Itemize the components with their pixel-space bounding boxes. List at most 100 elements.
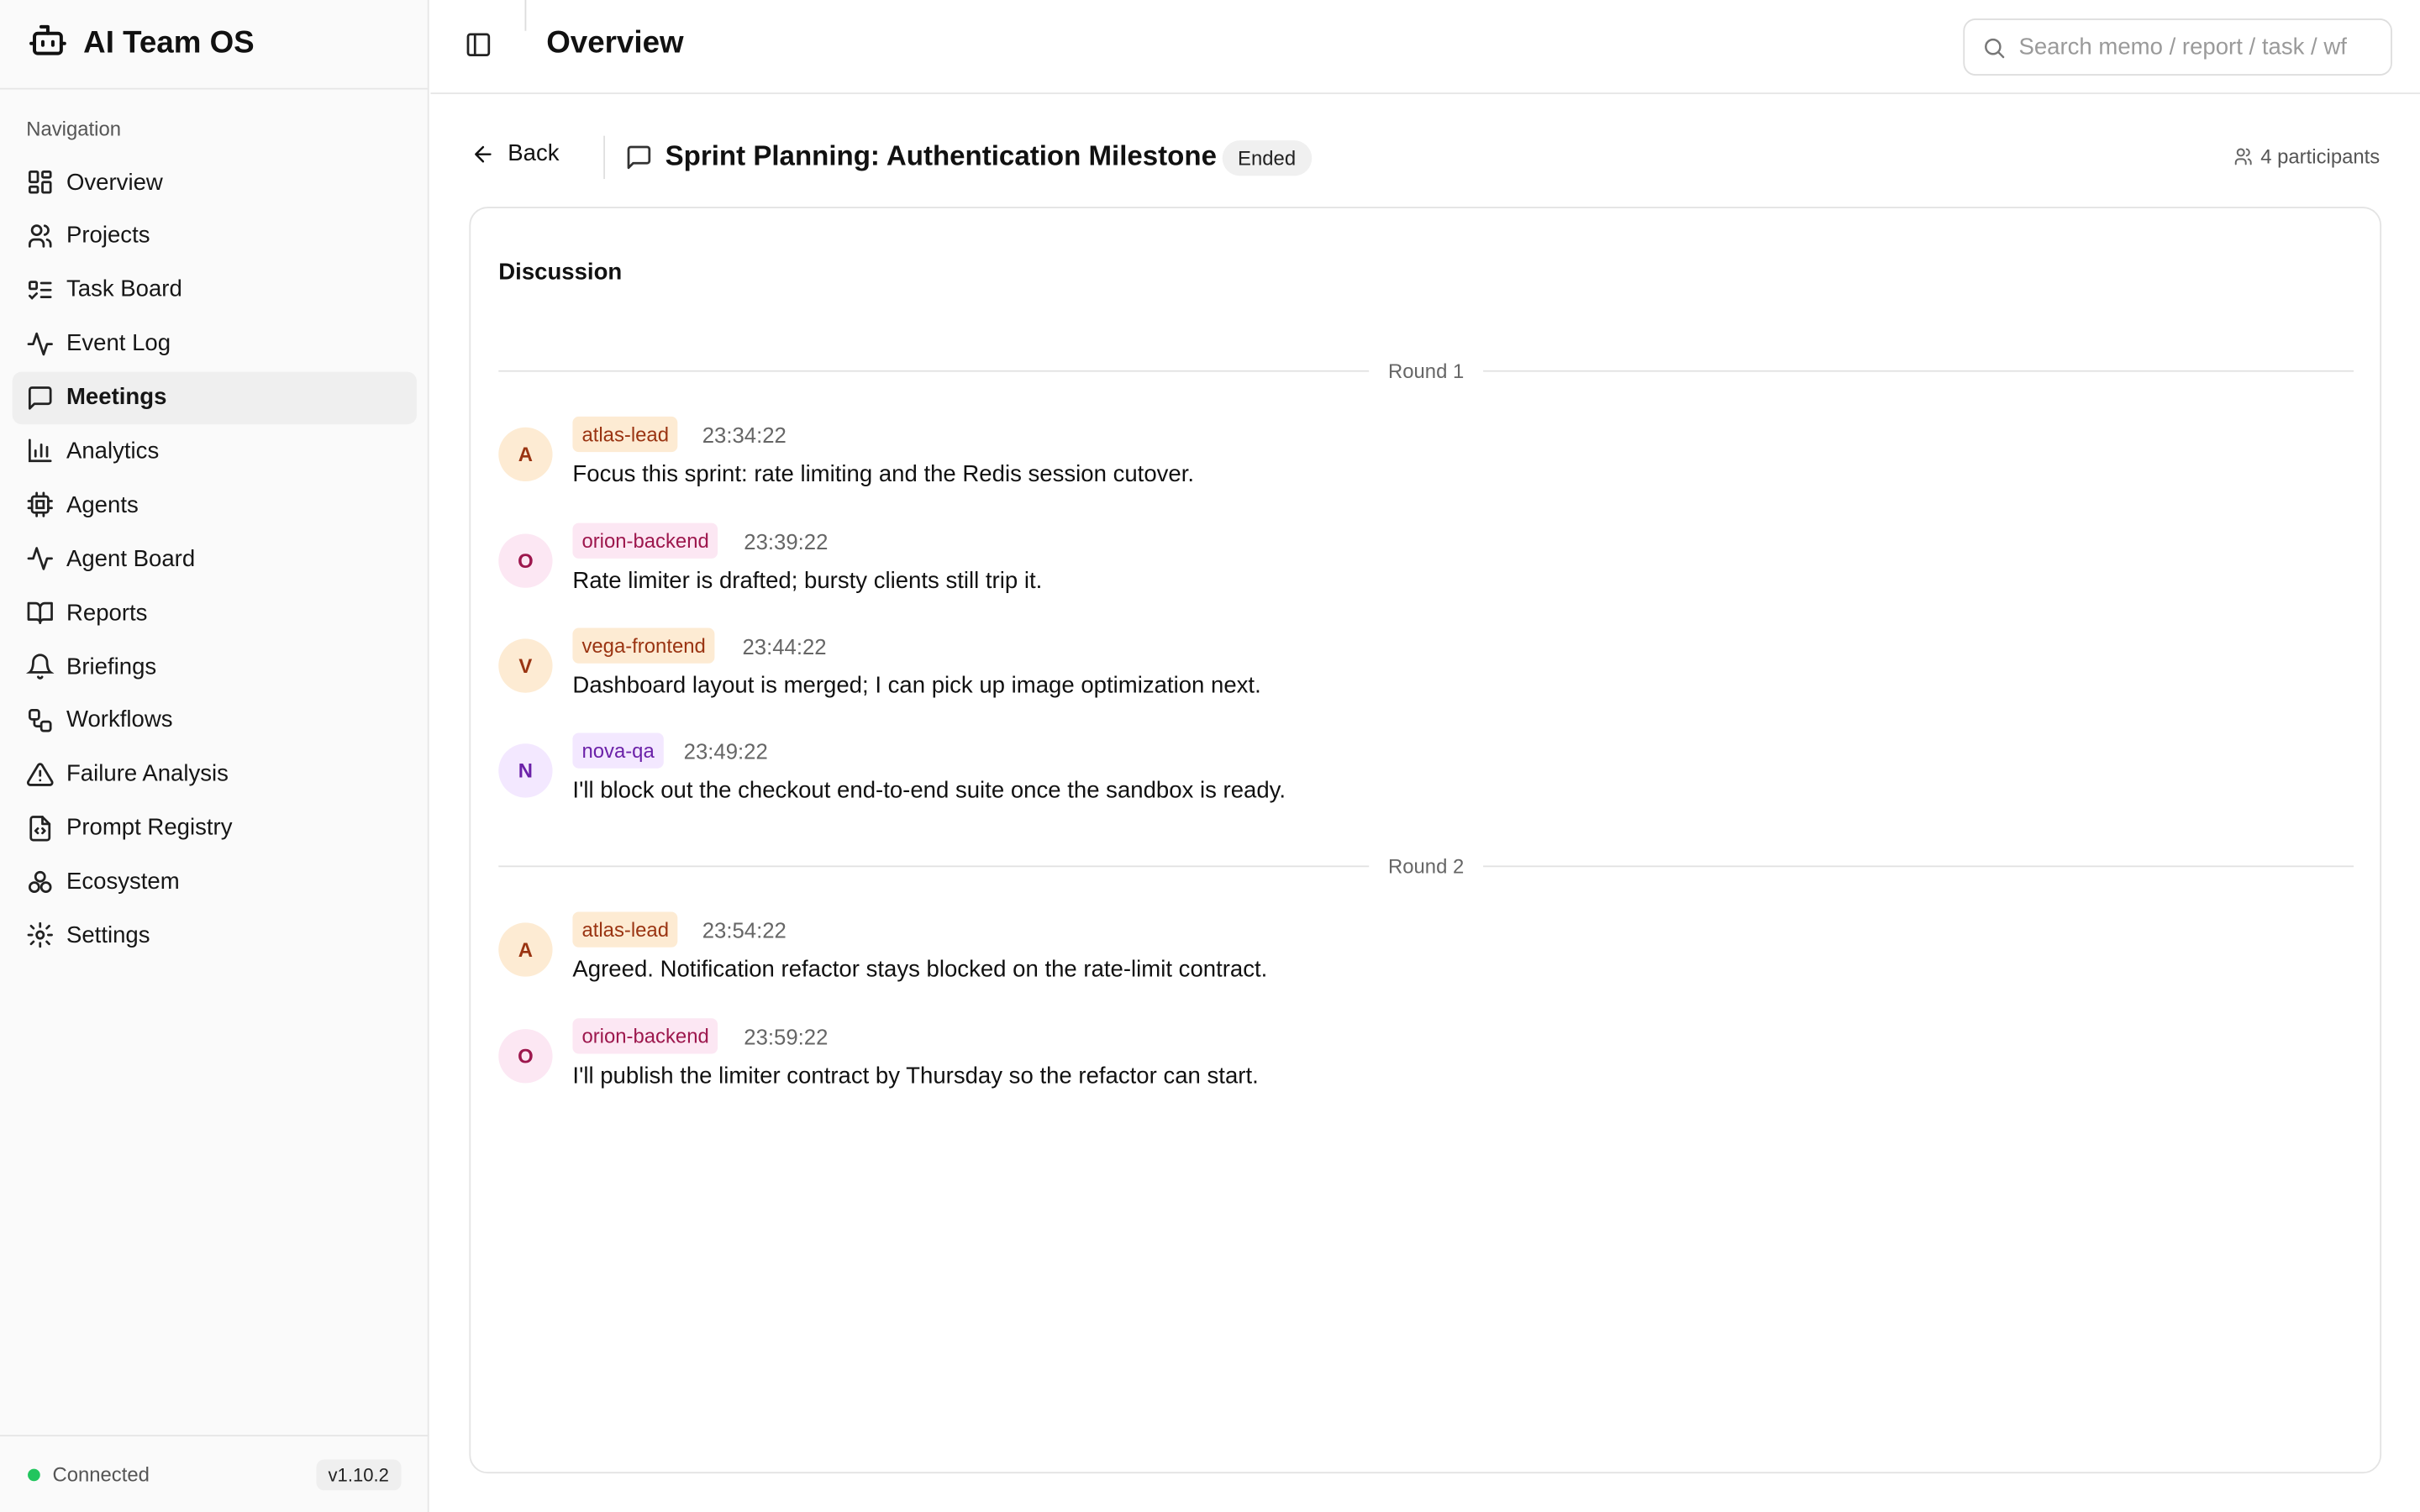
nav-list: Overview Projects Task Board Event Log M…: [12, 156, 417, 963]
sidebar-item-event-log[interactable]: Event Log: [13, 318, 417, 370]
boxes-icon: [28, 870, 52, 893]
cpu-icon: [27, 492, 53, 518]
search-input[interactable]: [2018, 34, 2383, 60]
avatar: A: [498, 427, 553, 482]
divider-line: [498, 369, 1370, 371]
message-text: Rate limiter is drafted; bursty clients …: [572, 567, 1043, 595]
meeting-title: Sprint Planning: Authentication Mileston…: [665, 140, 1217, 171]
sidebar-item-label: Agent Board: [66, 545, 196, 572]
list-todo-icon: [28, 280, 52, 300]
search-icon: [1985, 37, 2005, 58]
round-label: Round 2: [1387, 853, 1465, 878]
discussion-card: Discussion Round 1 A atlas-lead 23:34:22…: [469, 207, 2382, 1474]
message-text: I'll block out the checkout end-to-end s…: [572, 777, 1286, 804]
connection-label: Connected: [52, 1462, 150, 1486]
message-text: Dashboard layout is merged; I can pick u…: [572, 672, 1261, 700]
book-open-icon: [27, 602, 53, 625]
activity-icon: [27, 332, 53, 355]
status-dot: [28, 1467, 40, 1481]
divider: [524, 0, 527, 31]
message-item: N nova-qa 23:49:22 I'll block out the ch…: [498, 732, 2319, 819]
sidebar-item-label: Reports: [66, 599, 148, 627]
sidebar-item-settings[interactable]: Settings: [13, 910, 417, 962]
message-time: 23:34:22: [702, 423, 786, 448]
message-item: O orion-backend 23:59:22 I'll publish th…: [498, 1018, 2319, 1105]
message-time: 23:44:22: [742, 633, 827, 659]
round-label: Round 1: [1387, 359, 1465, 382]
sidebar-item-label: Workflows: [66, 706, 173, 734]
agent-tag: nova-qa: [572, 732, 664, 769]
divider-line: [498, 864, 1370, 867]
sidebar-item-label: Projects: [66, 223, 150, 249]
brand[interactable]: AI Team OS: [0, 0, 428, 90]
agent-tag: orion-backend: [572, 522, 718, 559]
sidebar-item-overview[interactable]: Overview: [13, 156, 417, 208]
activity-icon: [27, 547, 53, 571]
bar-chart-icon: [28, 439, 52, 463]
back-label: Back: [508, 140, 560, 167]
sidebar-item-label: Analytics: [66, 438, 160, 465]
sidebar-item-briefings[interactable]: Briefings: [13, 640, 417, 692]
panel-left-icon: [466, 33, 491, 57]
round-divider: Round 2: [498, 853, 2354, 878]
sidebar-item-label: Prompt Registry: [66, 815, 233, 842]
dashboard-icon: [28, 170, 52, 194]
sidebar: AI Team OS Navigation Overview Projects …: [0, 0, 429, 1512]
sidebar-item-agents[interactable]: Agents: [13, 479, 417, 531]
agent-tag: vega-frontend: [572, 627, 715, 664]
search-box[interactable]: [1963, 18, 2392, 76]
nav-heading: Navigation: [26, 117, 122, 141]
bot-icon: [28, 20, 68, 68]
message-item: A atlas-lead 23:54:22 Agreed. Notificati…: [498, 911, 2319, 999]
sidebar-item-label: Failure Analysis: [66, 761, 229, 788]
meeting-header: Back Sprint Planning: Authentication Mil…: [471, 133, 2380, 182]
sidebar-item-projects[interactable]: Projects: [13, 210, 417, 262]
sidebar-item-meetings[interactable]: Meetings: [12, 370, 417, 424]
message-time: 23:39:22: [744, 529, 829, 554]
sidebar-item-label: Settings: [66, 922, 150, 949]
avatar: V: [498, 638, 553, 693]
message-square-icon: [28, 386, 52, 409]
discussion-title: Discussion: [498, 259, 623, 286]
sidebar-item-label: Task Board: [66, 276, 182, 303]
sidebar-item-prompt-registry[interactable]: Prompt Registry: [13, 802, 417, 854]
message-square-icon: [625, 144, 653, 179]
sidebar-item-label: Event Log: [66, 330, 171, 357]
sidebar-item-task-board[interactable]: Task Board: [13, 264, 417, 316]
sidebar-item-label: Ecosystem: [66, 869, 180, 895]
avatar: N: [498, 743, 553, 798]
sidebar-item-analytics[interactable]: Analytics: [13, 425, 417, 477]
avatar: A: [498, 922, 553, 977]
round-divider: Round 1: [498, 358, 2354, 382]
back-button[interactable]: Back: [471, 140, 560, 167]
sidebar-item-ecosystem[interactable]: Ecosystem: [13, 856, 417, 908]
file-code-icon: [29, 815, 51, 841]
sidebar-item-workflows[interactable]: Workflows: [13, 694, 417, 746]
message-time: 23:59:22: [744, 1024, 829, 1049]
divider-line: [1482, 369, 2354, 371]
users-icon: [2234, 148, 2252, 165]
sidebar-item-reports[interactable]: Reports: [13, 586, 417, 638]
sidebar-footer: Connected v1.10.2: [0, 1435, 429, 1512]
message-text: Agreed. Notification refactor stays bloc…: [572, 956, 1268, 983]
sidebar-item-label: Overview: [66, 169, 163, 196]
top-bar: Overview: [430, 0, 2420, 95]
message-time: 23:54:22: [702, 917, 786, 943]
sidebar-item-agent-board[interactable]: Agent Board: [13, 533, 417, 585]
agent-tag: atlas-lead: [572, 416, 679, 453]
message-time: 23:49:22: [683, 738, 768, 764]
message-text: Focus this sprint: rate limiting and the…: [572, 461, 1195, 488]
sidebar-item-label: Briefings: [66, 653, 157, 680]
users-icon: [28, 224, 52, 248]
version-badge: v1.10.2: [315, 1458, 402, 1490]
sidebar-item-failure-analysis[interactable]: Failure Analysis: [13, 748, 417, 800]
sidebar-item-label: Meetings: [66, 384, 167, 411]
sidebar-toggle-button[interactable]: [465, 31, 492, 66]
participants-label: 4 participants: [2260, 144, 2381, 169]
avatar: O: [498, 1029, 553, 1084]
participants-count: 4 participants: [2233, 144, 2381, 169]
message-item: A atlas-lead 23:34:22 Focus this sprint:…: [498, 416, 2319, 503]
sidebar-item-label: Agents: [66, 491, 139, 518]
agent-tag: orion-backend: [572, 1018, 718, 1054]
workflow-icon: [28, 708, 52, 732]
